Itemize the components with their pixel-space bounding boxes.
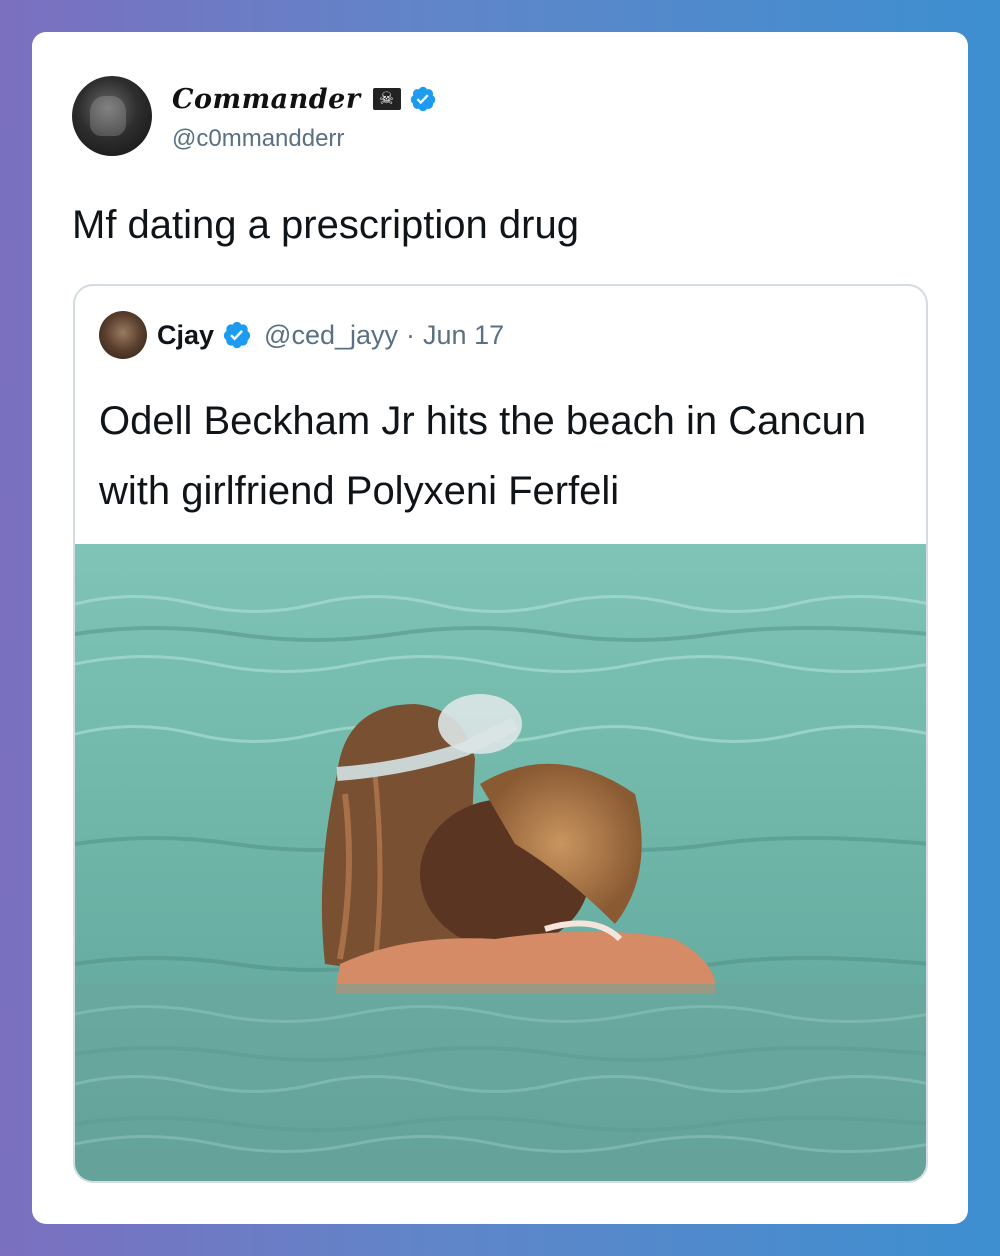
verified-badge-icon xyxy=(410,86,435,112)
quoted-avatar[interactable] xyxy=(99,311,147,359)
quoted-tweet[interactable]: Cjay @ced_jayy · Jun 17 Odell Beckham Jr… xyxy=(73,284,928,1183)
quoted-handle[interactable]: @ced_jayy xyxy=(264,320,398,351)
quoted-display-name[interactable]: Cjay xyxy=(157,320,214,351)
author-info: Commander ☠ @c0mmandderr xyxy=(172,79,437,153)
verified-badge-icon xyxy=(223,321,251,349)
display-name[interactable]: Commander xyxy=(172,84,361,115)
name-row: Commander ☠ xyxy=(172,79,437,119)
tweet-card: Commander ☠ @c0mmandderr Mf dating a pre… xyxy=(32,32,968,1224)
author-handle[interactable]: @c0mmandderr xyxy=(172,125,437,153)
beach-photo-icon xyxy=(75,544,926,1181)
quoted-date[interactable]: Jun 17 xyxy=(423,320,504,351)
quoted-tweet-text: Odell Beckham Jr hits the beach in Cancu… xyxy=(99,399,867,513)
pirate-flag-icon: ☠ xyxy=(372,88,401,110)
quoted-tweet-header: Cjay @ced_jayy · Jun 17 xyxy=(99,310,504,360)
quoted-photo[interactable] xyxy=(75,544,926,1181)
separator-dot: · xyxy=(406,319,416,350)
tweet-text: Mf dating a prescription drug xyxy=(72,203,579,247)
tweet-author[interactable]: Commander ☠ @c0mmandderr xyxy=(72,76,437,156)
avatar[interactable] xyxy=(72,76,152,156)
